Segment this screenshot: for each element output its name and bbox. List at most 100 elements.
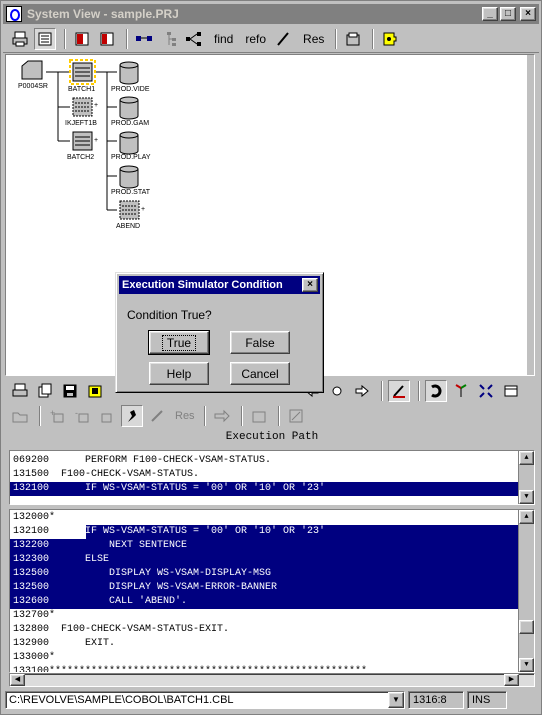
title-bar[interactable]: System View - sample.PRJ _ □ × (3, 4, 539, 24)
scroll-thumb[interactable] (519, 620, 534, 634)
pen-icon[interactable] (272, 28, 294, 50)
node-abend[interactable]: + ABEND (116, 200, 145, 230)
execution-path-pane[interactable]: 069200 PERFORM F100-CHECK-VSAM-STATUS. 1… (9, 450, 535, 505)
path-line[interactable]: 069200 PERFORM F100-CHECK-VSAM-STATUS. (10, 454, 520, 468)
close-button[interactable]: × (520, 7, 536, 21)
maximize-button[interactable]: □ (500, 7, 516, 21)
arrow-right-icon[interactable] (211, 405, 233, 427)
source-line[interactable]: 132900 EXIT. (10, 637, 520, 651)
size-grip[interactable] (510, 691, 536, 709)
source-line-selected[interactable]: 132300 ELSE (10, 553, 520, 567)
source-scrollbar[interactable]: ▲ ▼ (518, 510, 534, 672)
expand-icon[interactable] (475, 380, 497, 402)
tree-icon[interactable] (158, 28, 180, 50)
toolbar-separator (277, 406, 280, 426)
source-line-selected[interactable]: 132500 DISPLAY WS-VSAM-DISPLAY-MSG (10, 567, 520, 581)
run-icon[interactable] (121, 405, 143, 427)
main-window: System View - sample.PRJ _ □ × find refo (0, 0, 542, 715)
main-toolbar: find refo Res (3, 25, 539, 53)
stop-icon[interactable] (326, 380, 348, 402)
copy-icon[interactable] (34, 380, 56, 402)
print-icon[interactable] (9, 380, 31, 402)
toolbar-separator (39, 406, 41, 426)
branch-icon[interactable] (450, 380, 472, 402)
toolbar-separator (335, 28, 338, 49)
toolbar-separator (203, 406, 206, 426)
refresh-icon[interactable] (425, 380, 447, 402)
node-batch1[interactable]: BATCH1 (68, 59, 96, 93)
help-button[interactable]: Help (149, 362, 209, 385)
cancel-button[interactable]: Cancel (230, 362, 290, 385)
save-icon[interactable] (59, 380, 81, 402)
source-pane[interactable]: 132000* 132100 IF WS-VSAM-STATUS = '00' … (9, 509, 535, 673)
res-disabled-button[interactable]: Res (175, 410, 195, 422)
refo-button[interactable]: refo (245, 32, 266, 46)
forward-icon[interactable] (351, 380, 373, 402)
folder-save-icon[interactable] (84, 380, 106, 402)
dialog-message: Condition True? (127, 308, 212, 322)
settings-icon[interactable] (342, 28, 364, 50)
res-button[interactable]: Res (303, 32, 324, 46)
scroll-up-arrow[interactable]: ▲ (519, 510, 534, 524)
toolbar-separator (418, 381, 420, 401)
source-line-selected[interactable]: 132500 DISPLAY WS-VSAM-ERROR-BANNER (10, 581, 520, 595)
node-p0004sr[interactable]: P0004SR (18, 60, 48, 90)
source-line-selected[interactable]: 132200 NEXT SENTENCE (10, 539, 520, 553)
source-line[interactable]: 132000* (10, 511, 520, 525)
path-scrollbar[interactable]: ▲ ▼ (518, 451, 534, 504)
chevron-down-icon[interactable]: ▼ (388, 692, 404, 708)
true-button[interactable]: True (148, 330, 210, 355)
hierarchy-icon[interactable] (183, 28, 205, 50)
file-path-combo[interactable]: C:\REVOLVE\SAMPLE\COBOL\BATCH1.CBL ▼ (5, 691, 405, 709)
source-line[interactable]: 133000* (10, 651, 520, 665)
source-line[interactable]: 132700* (10, 609, 520, 623)
node-prod-play[interactable]: PROD.PLAY (111, 131, 151, 161)
red-square-icon[interactable] (71, 28, 93, 50)
node-prod-play-label: PROD.PLAY (111, 154, 151, 161)
dialog-close-button[interactable]: × (302, 278, 318, 292)
dialog-title-bar[interactable]: Execution Simulator Condition × (119, 276, 320, 294)
false-button[interactable]: False (230, 331, 290, 354)
open-folder-icon[interactable] (9, 405, 31, 427)
split-view-icon[interactable] (96, 28, 118, 50)
path-line[interactable]: 131500 F100-CHECK-VSAM-STATUS. (10, 468, 520, 482)
svg-text:-: - (75, 408, 78, 418)
source-hscrollbar[interactable]: ◀ ▶ (9, 673, 535, 687)
source-line-selected[interactable]: 132600 CALL 'ABEND'. (10, 595, 520, 609)
app-icon (6, 6, 22, 22)
scroll-down-arrow[interactable]: ▼ (519, 658, 534, 672)
trace-icon[interactable] (96, 405, 118, 427)
source-line[interactable]: 132800 F100-CHECK-VSAM-STATUS-EXIT. (10, 623, 520, 637)
window-icon[interactable] (500, 380, 522, 402)
node-batch2[interactable]: + BATCH2 (67, 131, 98, 161)
edit-icon[interactable] (285, 405, 307, 427)
diagram-scrollbar[interactable] (527, 55, 534, 375)
node-batch2-label: BATCH2 (67, 154, 94, 161)
find-button[interactable]: find (214, 32, 233, 46)
scroll-right-arrow[interactable]: ▶ (504, 674, 519, 686)
highlight-icon[interactable] (388, 380, 410, 402)
remove-node-icon[interactable]: - (71, 405, 93, 427)
path-line-selected[interactable]: 132100 IF WS-VSAM-STATUS = '00' OR '10' … (10, 482, 520, 496)
add-node-icon[interactable]: + (46, 405, 68, 427)
node-p0004sr-label: P0004SR (18, 83, 48, 90)
cursor-position: 1316:8 (408, 691, 464, 709)
scroll-down-arrow[interactable]: ▼ (519, 490, 534, 504)
source-line-current[interactable]: 132100 IF WS-VSAM-STATUS = '00' OR '10' … (10, 525, 520, 539)
scroll-left-arrow[interactable]: ◀ (10, 674, 25, 686)
node-batch1-label: BATCH1 (68, 86, 95, 93)
node-prod-stat[interactable]: PROD.STAT (111, 165, 151, 196)
print-icon[interactable] (9, 28, 31, 50)
properties-icon[interactable] (34, 27, 56, 50)
connect-icon[interactable] (133, 28, 155, 50)
minimize-button[interactable]: _ (482, 7, 498, 21)
node-prod-vide[interactable]: PROD.VIDE (111, 61, 150, 93)
settings-icon[interactable] (248, 405, 270, 427)
line-number: 132100 (13, 526, 86, 537)
node-ikjeft1b[interactable]: + IKJEFT1B (65, 97, 98, 127)
scroll-up-arrow[interactable]: ▲ (519, 451, 534, 465)
puzzle-icon[interactable] (379, 28, 401, 50)
step-icon[interactable] (146, 405, 168, 427)
source-line[interactable]: 133100**********************************… (10, 665, 520, 672)
node-prod-gam[interactable]: PROD.GAM (111, 96, 149, 127)
